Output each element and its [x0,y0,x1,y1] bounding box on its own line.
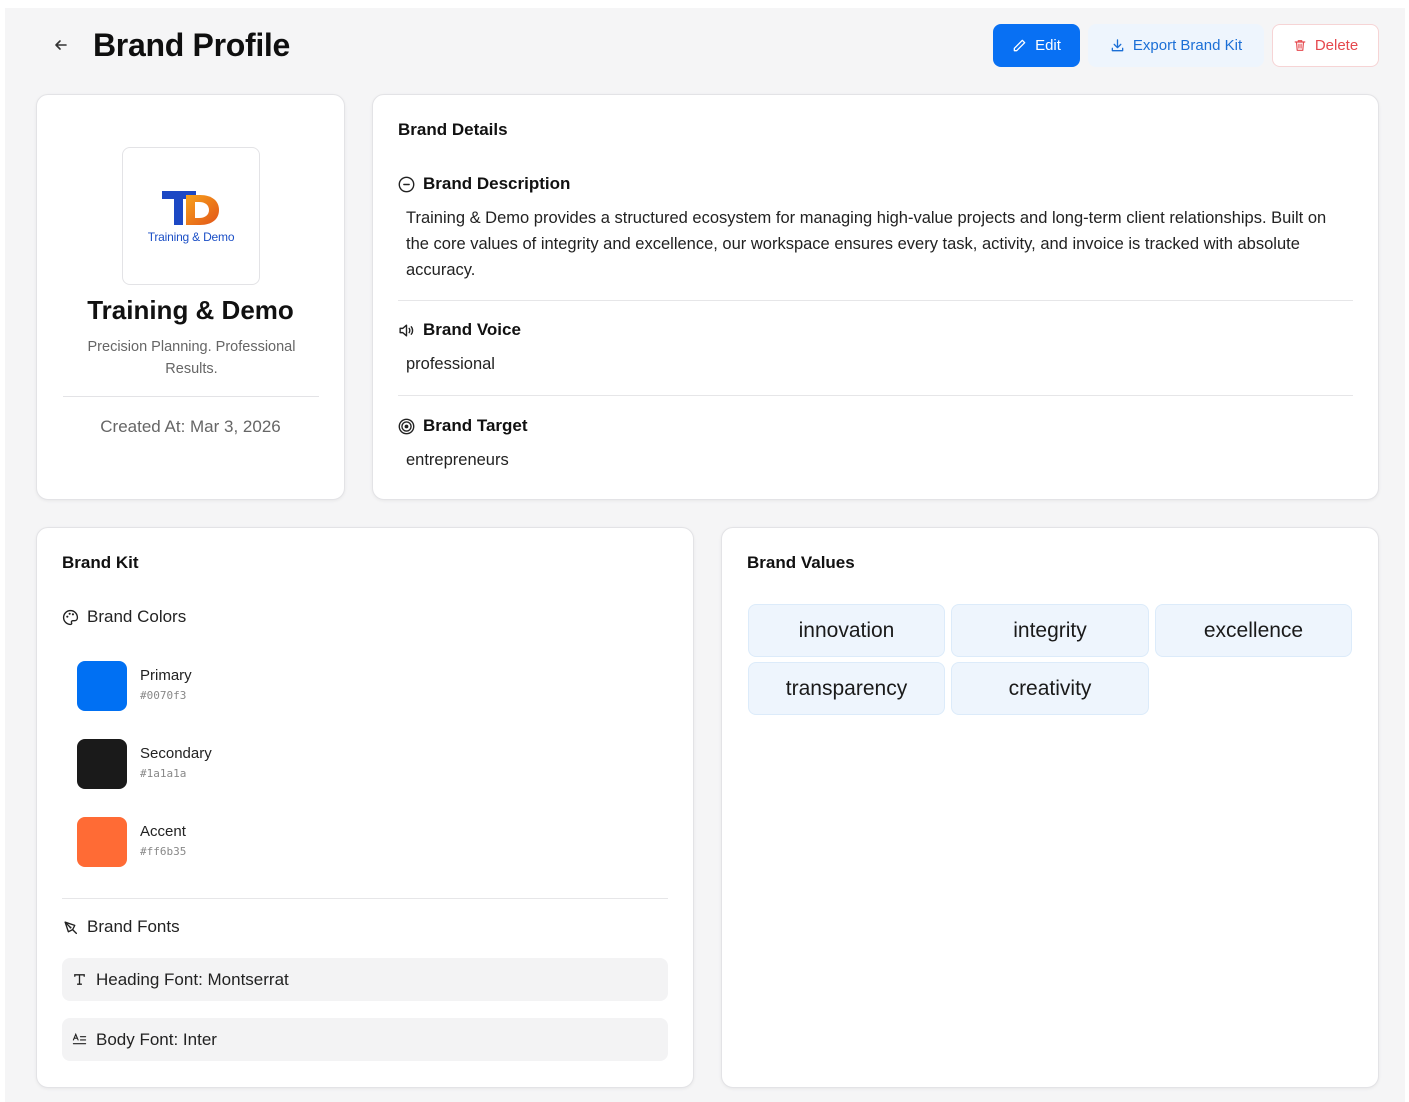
heading-font-row: Heading Font: Montserrat [62,958,668,1001]
value-chip: integrity [951,604,1149,657]
brand-fonts-header: Brand Fonts [62,917,180,937]
divider [62,898,668,899]
edit-label: Edit [1035,37,1061,54]
value-chip: transparency [748,662,945,715]
secondary-color-swatch [77,739,127,789]
divider [398,300,1353,301]
edit-button[interactable]: Edit [993,24,1080,67]
brand-details-heading: Brand Details [398,120,508,139]
divider [398,395,1353,396]
heading-font-label: Heading Font: Montserrat [96,969,289,989]
brand-values-card: Brand Values innovation integrity excell… [721,527,1379,1088]
created-at: Created At: Mar 3, 2026 [100,417,281,436]
trash-icon [1294,40,1306,51]
brand-description-title: Brand Description [423,174,571,193]
secondary-color-name: Secondary [140,745,212,762]
body-font-row: Body Font: Inter [62,1018,668,1061]
brand-colors-header: Brand Colors [62,607,186,627]
brand-target-value: entrepreneurs [406,451,509,469]
brand-voice-header: Brand Voice [398,320,521,340]
body-font-label: Body Font: Inter [96,1029,217,1049]
brand-profile-card: Training & Demo Training & Demo Precisio… [36,94,345,500]
brand-target-header: Brand Target [398,416,528,436]
speaker-icon [399,323,414,337]
brand-target-title: Brand Target [423,416,528,435]
brand-voice-value: professional [406,355,495,373]
brand-fonts-title: Brand Fonts [87,917,180,936]
back-button[interactable] [50,33,72,57]
td-logo-mark [162,191,219,225]
brand-kit-heading: Brand Kit [62,553,139,572]
export-label: Export Brand Kit [1132,37,1243,54]
export-brand-kit-button[interactable]: Export Brand Kit [1088,24,1264,67]
accent-color-hex: #ff6b35 [140,845,187,858]
brand-voice-title: Brand Voice [423,320,521,339]
text-align-icon [72,1032,87,1045]
delete-label: Delete [1314,37,1359,54]
palette-icon [62,609,79,625]
logo-wordmark: Training & Demo [147,230,235,244]
target-icon [398,418,415,434]
download-icon [1111,39,1124,52]
pen-tool-icon [64,920,78,934]
accent-color-name: Accent [140,823,186,840]
arrow-left-icon [55,40,67,50]
pencil-icon [1013,39,1026,52]
delete-button[interactable]: Delete [1272,24,1379,67]
value-chip: innovation [748,604,945,657]
brand-tagline: Precision Planning. Professional Results… [87,339,296,377]
brand-details-card: Brand Details Brand Description Training… [372,94,1379,500]
primary-color-name: Primary [140,667,192,684]
brand-name: Training & Demo [87,295,294,325]
brand-values-heading: Brand Values [747,553,855,572]
brand-description-header: Brand Description [398,174,570,194]
brand-logo: Training & Demo [122,147,260,285]
primary-color-hex: #0070f3 [140,689,187,702]
secondary-color-hex: #1a1a1a [140,767,187,780]
type-icon [74,974,85,985]
brand-description-text: Training & Demo provides a structured ec… [406,209,1327,279]
brand-colors-title: Brand Colors [87,607,187,626]
value-chip: excellence [1155,604,1352,657]
accent-color-swatch [77,817,127,867]
divider [63,396,319,397]
brand-kit-card: Brand Kit Brand Colors Primary #0070f3 S… [36,527,694,1088]
value-chip: creativity [951,662,1149,715]
primary-color-swatch [77,661,127,711]
page-title: Brand Profile [93,27,291,63]
info-circle-icon [398,176,415,192]
